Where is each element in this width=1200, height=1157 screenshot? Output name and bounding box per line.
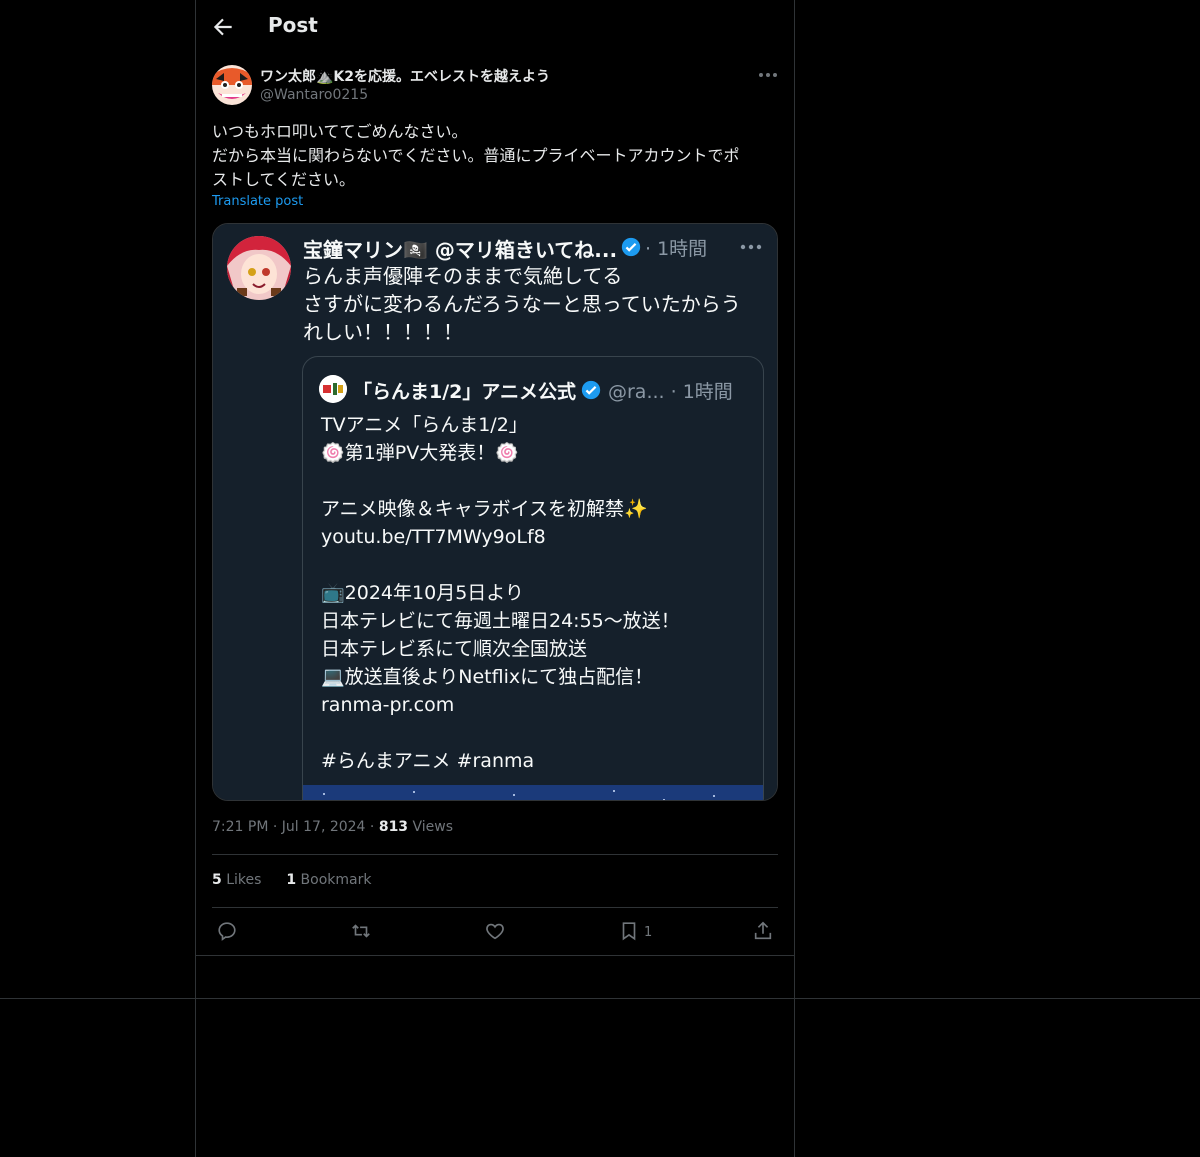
author-handle[interactable]: @Wantaro0215	[260, 87, 368, 103]
like-button[interactable]	[484, 920, 506, 942]
quote-avatar-logo-icon	[319, 375, 347, 403]
divider	[196, 955, 794, 956]
share-icon	[754, 921, 772, 940]
divider	[212, 854, 778, 855]
left-column-border	[195, 0, 196, 1157]
bookmark-button[interactable]	[618, 920, 640, 942]
quote-author-name: 「らんま1/2」アニメ公式	[353, 381, 577, 403]
top-bar: Post	[196, 0, 794, 54]
translate-post-link[interactable]: Translate post	[212, 194, 303, 209]
quote-avatar	[319, 375, 347, 403]
embedded-avatar-image-icon	[227, 236, 291, 300]
ellipsis-icon	[740, 244, 762, 250]
attached-image[interactable]: 宝鐘マリン🏴‍☠️ @マリ箱きいてね... · 1時間 らんま声優陣そのままで気…	[212, 223, 778, 801]
embedded-text-line: さすがに変わるんだろうなーと思っていたからう	[303, 292, 741, 316]
share-button[interactable]	[752, 920, 774, 942]
likes-label: Likes	[226, 872, 262, 888]
back-button[interactable]	[210, 14, 236, 40]
post-text-line: いつもホロ叩いててごめんなさい。	[212, 122, 468, 141]
right-column-border	[794, 0, 795, 1157]
page-bottom-divider	[0, 998, 1200, 999]
quote-text-line: 日本テレビにて毎週土曜日24:55〜放送！	[321, 610, 680, 632]
avatar[interactable]	[212, 65, 252, 105]
post-text-line: ストしてください。	[212, 170, 356, 189]
reply-button[interactable]	[216, 920, 238, 942]
arrow-left-icon	[213, 18, 232, 36]
ellipsis-icon	[759, 73, 777, 77]
quote-text-line: ranma-pr.com	[321, 694, 455, 716]
views-count: 813	[378, 819, 409, 835]
bookmarks-stat[interactable]: 1 Bookmark	[286, 872, 371, 888]
quote-text-line	[321, 551, 680, 579]
post-text: いつもホロ叩いててごめんなさい。 だから本当に関わらないでください。普通にプライ…	[212, 120, 778, 192]
quote-text-line	[321, 719, 680, 747]
repost-button[interactable]	[350, 920, 372, 942]
quote-text-line: youtu.be/TT7MWy9oLf8	[321, 526, 546, 548]
quote-text-line: アニメ映像＆キャラボイスを初解禁✨	[321, 498, 648, 520]
quote-text: TVアニメ「らんま1/2」 🍥第1弾PV大発表！🍥 アニメ映像＆キャラボイスを初…	[321, 411, 680, 775]
divider	[212, 907, 778, 908]
verified-badge-icon	[621, 237, 641, 257]
embedded-avatar	[227, 236, 291, 300]
quote-text-line: #らんまアニメ #ranma	[321, 750, 535, 772]
embedded-post-text: らんま声優陣そのままで気絶してる さすがに変わるんだろうなーと思っていたからう …	[303, 262, 741, 346]
embedded-quote-post: 「らんま1/2」アニメ公式 @ra... · 1時間 TVアニメ「らんま1/2」…	[302, 356, 764, 800]
quote-text-line: 🍥第1弾PV大発表！🍥	[321, 442, 519, 464]
engagement-stats: 5 Likes 1 Bookmark	[212, 872, 371, 888]
bookmark-icon	[622, 922, 636, 941]
bookmarks-label: Bookmark	[300, 872, 372, 888]
embedded-author-name: 宝鐘マリン🏴‍☠️ @マリ箱きいてね...	[303, 238, 618, 262]
embedded-text-line: らんま声優陣そのままで気絶してる	[303, 264, 623, 288]
verified-badge-icon	[581, 380, 601, 400]
quote-text-line: 📺2024年10月5日より	[321, 582, 524, 604]
post-timestamp: 7:21 PM · Jul 17, 2024 · 813 Views	[212, 819, 454, 835]
page-title: Post	[268, 13, 318, 37]
embedded-text-line: れしい！！！！！	[303, 320, 463, 344]
author-name[interactable]: ワン太郎⛰️K2を応援。エベレストを越えよう	[260, 66, 550, 86]
bookmarks-count: 1	[286, 872, 297, 888]
views-label: Views	[412, 819, 454, 835]
post-date[interactable]: Jul 17, 2024	[282, 819, 366, 835]
quote-text-line: TVアニメ「らんま1/2」	[321, 414, 528, 436]
quote-meta: @ra... · 1時間	[608, 381, 733, 403]
reply-icon	[218, 922, 236, 941]
likes-stat[interactable]: 5 Likes	[212, 872, 261, 888]
quote-media-preview	[303, 785, 763, 800]
more-options-button[interactable]	[756, 64, 780, 86]
quote-text-line	[321, 467, 680, 495]
embedded-screenshot: 宝鐘マリン🏴‍☠️ @マリ箱きいてね... · 1時間 らんま声優陣そのままで気…	[213, 224, 777, 800]
heart-icon	[486, 923, 504, 940]
likes-count: 5	[212, 872, 222, 888]
quote-text-line: 日本テレビ系にて順次全国放送	[321, 638, 588, 660]
post-text-line: だから本当に関わらないでください。普通にプライベートアカウントでポ	[212, 146, 740, 165]
avatar-image-icon	[212, 65, 252, 105]
post-time[interactable]: 7:21 PM	[212, 819, 268, 835]
embedded-post-time: · 1時間	[645, 238, 708, 260]
bookmark-action-count: 1	[644, 925, 653, 940]
quote-text-line: 💻放送直後よりNetflixにて独占配信！	[321, 666, 654, 688]
repost-icon	[352, 924, 370, 938]
